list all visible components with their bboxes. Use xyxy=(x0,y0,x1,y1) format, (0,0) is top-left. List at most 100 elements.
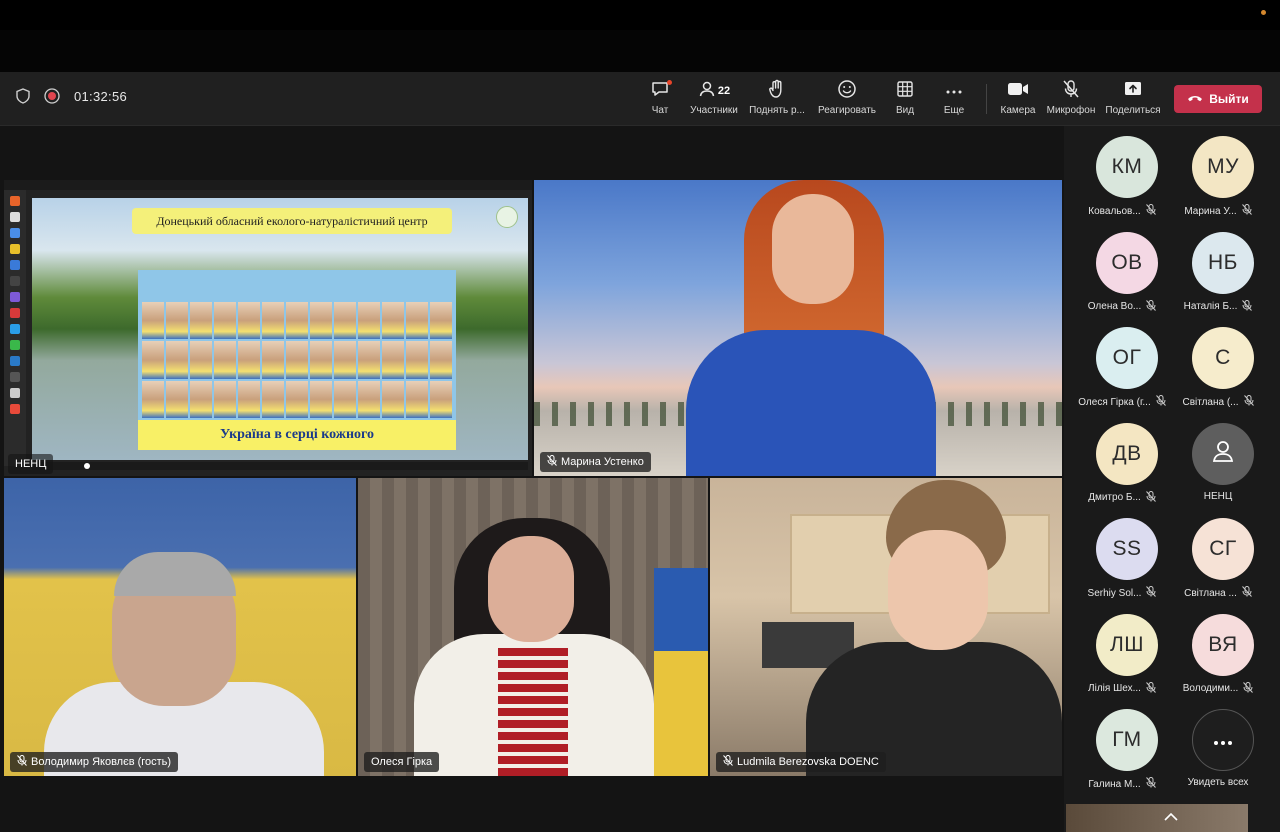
participant-name-row: Світлана (... xyxy=(1164,395,1272,409)
participant-name: Марина Устенко xyxy=(561,456,644,468)
camera-label: Камера xyxy=(1000,105,1036,116)
participant-item[interactable]: СГ Світлана ... xyxy=(1164,510,1272,606)
child-photo xyxy=(310,380,332,418)
participants-panel: КМ Ковальов... МУ Марина У... ОВ Олена Во... Н… xyxy=(1064,126,1280,832)
person-hair xyxy=(114,552,236,596)
participant-name: Володими... xyxy=(1182,683,1239,694)
participant-name: Марина У... xyxy=(1184,205,1237,217)
participant-name: Володимир Яковлєв (гость) xyxy=(31,756,172,768)
share-icon xyxy=(1123,80,1143,103)
child-photo xyxy=(430,302,452,340)
mic-off-icon xyxy=(723,755,733,769)
person-face xyxy=(772,194,854,304)
child-photo xyxy=(406,380,428,418)
share-button[interactable]: Поделиться xyxy=(1101,80,1165,120)
participants-button[interactable]: 22 Участники xyxy=(682,80,746,120)
mic-off-icon xyxy=(1145,204,1156,218)
child-photo xyxy=(190,341,212,379)
mic-off-icon xyxy=(1145,777,1156,791)
slide-slogan: Україна в серці кожного xyxy=(138,420,456,450)
avatar-initials: ВЯ xyxy=(1208,632,1238,656)
participant-avatar: ЛШ xyxy=(1096,613,1158,676)
child-photo xyxy=(142,380,164,418)
video-stage: Донецький обласний еколого-натуралістичн… xyxy=(0,126,1064,832)
participant-item[interactable]: МУ Марина У... xyxy=(1164,128,1272,224)
child-photo xyxy=(382,341,404,379)
person-face xyxy=(888,530,988,650)
participant-item[interactable]: ВЯ Володими... xyxy=(1164,606,1272,702)
mic-off-icon xyxy=(1241,586,1252,600)
participant-avatar: ОГ xyxy=(1096,327,1158,389)
mic-off-icon xyxy=(1145,490,1156,505)
participant-name-row: Володими... xyxy=(1164,681,1272,696)
participant-name: Наталія Б... xyxy=(1183,301,1238,312)
participant-item[interactable]: НЕНЦ xyxy=(1164,415,1272,511)
people-icon xyxy=(698,80,716,103)
leave-label: Выйти xyxy=(1209,92,1249,106)
embroidery-pattern xyxy=(498,648,568,776)
child-photo xyxy=(334,302,356,340)
chevron-up-icon[interactable] xyxy=(1164,808,1178,826)
video-tile-volodymyr[interactable]: Володимир Яковлєв (гость) xyxy=(4,478,356,776)
child-photo xyxy=(406,302,428,340)
more-button[interactable]: Еще xyxy=(922,80,986,120)
leave-button[interactable]: Выйти xyxy=(1174,85,1262,113)
hand-icon xyxy=(768,79,786,104)
view-label: Вид xyxy=(895,105,915,116)
participant-item[interactable]: Увидеть всех xyxy=(1164,701,1272,797)
participant-item[interactable]: ОГ Олеся Гірка (г... xyxy=(1068,319,1176,415)
react-button[interactable]: Реагировать xyxy=(815,79,879,120)
screen-share-tile[interactable]: Донецький обласний еколого-натуралістичн… xyxy=(4,180,532,476)
child-photo xyxy=(334,380,356,418)
participant-count: 22 xyxy=(717,85,731,97)
participant-name-row: Наталія Б... xyxy=(1164,299,1272,314)
mic-button[interactable]: Микрофон xyxy=(1039,79,1103,120)
participant-avatar: ВЯ xyxy=(1192,613,1254,676)
participant-name: Ludmila Berezovska DOENC xyxy=(737,756,879,768)
participant-item[interactable]: ДВ Дмитро Б... xyxy=(1068,415,1176,511)
user-icon xyxy=(1209,437,1237,471)
participant-item[interactable]: SS Serhiy Sol... xyxy=(1068,510,1176,606)
video-tile-olesia[interactable]: Олеся Гірка xyxy=(358,478,708,776)
video-tile-ludmila[interactable]: Ludmila Berezovska DOENC xyxy=(710,478,1062,776)
child-photo xyxy=(286,302,308,340)
person-face xyxy=(488,536,574,642)
person-body xyxy=(686,330,936,476)
video-tile-marina[interactable]: Марина Устенко xyxy=(534,180,1062,476)
notification-dot xyxy=(667,79,672,85)
progress-knob[interactable] xyxy=(84,463,90,469)
avatar-initials: SS xyxy=(1112,537,1142,560)
participant-avatar xyxy=(1192,709,1254,771)
name-tag: Марина Устенко xyxy=(540,452,651,472)
raise-hand-button[interactable]: Поднять р... xyxy=(745,79,809,120)
shield-icon[interactable] xyxy=(16,88,30,104)
participant-name-row: Увидеть всех xyxy=(1164,777,1272,788)
shared-dock xyxy=(4,190,26,466)
participant-avatar: КМ xyxy=(1096,136,1158,198)
playback-progress[interactable] xyxy=(32,462,528,470)
participant-item[interactable]: С Світлана (... xyxy=(1164,319,1272,415)
participant-avatar xyxy=(1192,422,1254,485)
participant-name: Світлана ... xyxy=(1184,587,1237,599)
child-photo xyxy=(214,341,236,379)
grid-icon xyxy=(896,80,914,103)
child-photo xyxy=(214,302,236,340)
recording-icon[interactable] xyxy=(44,88,60,104)
participant-item[interactable]: ЛШ Лілія Шех... xyxy=(1068,606,1176,702)
name-tag: Ludmila Berezovska DOENC xyxy=(716,752,886,772)
participant-avatar: МУ xyxy=(1192,136,1254,198)
participant-item[interactable]: КМ Ковальов... xyxy=(1068,128,1176,224)
participant-name: Лілія Шех... xyxy=(1088,683,1141,694)
avatar-initials: ГМ xyxy=(1112,728,1142,751)
mic-off-icon xyxy=(1241,204,1252,218)
child-photo xyxy=(310,302,332,340)
name-tag: Володимир Яковлєв (гость) xyxy=(10,752,179,772)
participant-item[interactable]: НБ Наталія Б... xyxy=(1164,224,1272,320)
child-photo xyxy=(166,341,188,379)
participant-name: Олена Во... xyxy=(1087,301,1142,312)
participant-name-row: Лілія Шех... xyxy=(1068,681,1176,696)
participant-item[interactable]: ГМ Галина М... xyxy=(1068,701,1176,797)
participant-item[interactable]: ОВ Олена Во... xyxy=(1068,224,1176,320)
self-view-thumbnail[interactable] xyxy=(1066,804,1248,832)
child-photo xyxy=(190,302,212,340)
